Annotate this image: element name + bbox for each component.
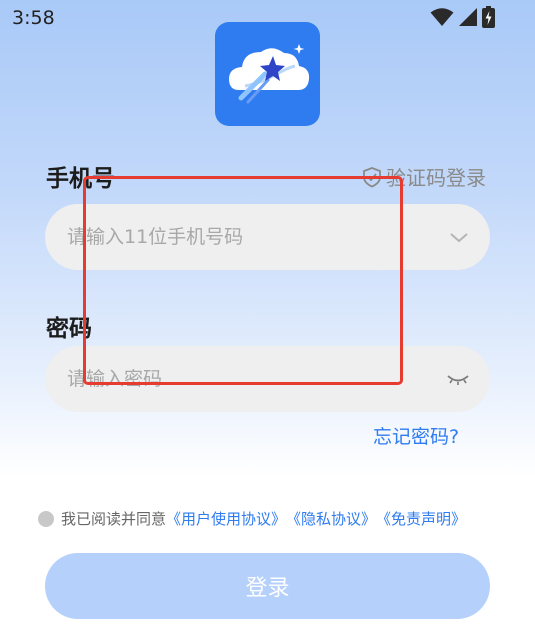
status-time: 3:58 xyxy=(12,7,55,29)
phone-input[interactable] xyxy=(67,204,427,270)
code-login-label: 验证码登录 xyxy=(386,166,486,190)
disclaimer-link[interactable]: 《免责声明》 xyxy=(376,508,466,529)
password-field[interactable] xyxy=(45,346,490,412)
status-icons xyxy=(430,6,495,28)
user-agreement-link[interactable]: 《用户使用协议》 xyxy=(166,508,286,529)
login-button[interactable]: 登录 xyxy=(45,553,490,619)
cellular-icon xyxy=(459,8,477,26)
forgot-password-link[interactable]: 忘记密码? xyxy=(373,422,459,449)
password-label: 密码 xyxy=(46,316,92,342)
battery-charging-icon xyxy=(482,6,495,28)
agree-radio[interactable] xyxy=(38,510,54,527)
cloud-star-logo xyxy=(229,44,310,104)
phone-field[interactable] xyxy=(45,204,490,270)
code-login-link[interactable]: 验证码登录 xyxy=(362,162,486,191)
chevron-down-icon[interactable] xyxy=(448,226,470,248)
shield-icon xyxy=(363,166,381,187)
agreement-prefix: 我已阅读并同意 xyxy=(61,510,167,528)
app-logo xyxy=(215,22,320,126)
eye-closed-icon[interactable] xyxy=(446,368,470,390)
password-input[interactable] xyxy=(67,346,427,412)
privacy-agreement-link[interactable]: 《隐私协议》 xyxy=(286,508,376,529)
agreement-row: 我已阅读并同意 《用户使用协议》 《隐私协议》 《免责声明》 xyxy=(38,508,466,529)
phone-label: 手机号 xyxy=(46,166,115,192)
wifi-icon xyxy=(430,8,454,26)
